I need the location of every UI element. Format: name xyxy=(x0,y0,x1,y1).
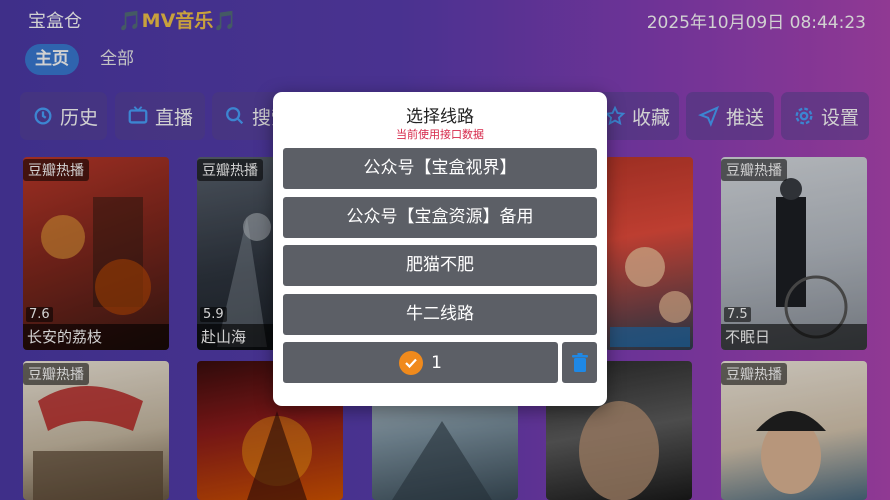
delete-button[interactable] xyxy=(562,342,597,383)
route-option[interactable]: 公众号【宝盒资源】备用 xyxy=(283,197,597,238)
route-select-dialog: 选择线路 当前使用接口数据 公众号【宝盒视界】 公众号【宝盒资源】备用 肥猫不肥… xyxy=(273,92,607,406)
check-icon xyxy=(399,350,424,375)
route-option[interactable]: 肥猫不肥 xyxy=(283,245,597,286)
dialog-title: 选择线路 xyxy=(406,107,474,127)
dialog-subtitle: 当前使用接口数据 xyxy=(396,128,484,141)
current-api-selector[interactable]: 1 xyxy=(283,342,558,383)
trash-icon xyxy=(571,352,588,372)
route-option[interactable]: 牛二线路 xyxy=(283,294,597,335)
current-api-label: 1 xyxy=(431,352,442,373)
route-option[interactable]: 公众号【宝盒视界】 xyxy=(283,148,597,189)
